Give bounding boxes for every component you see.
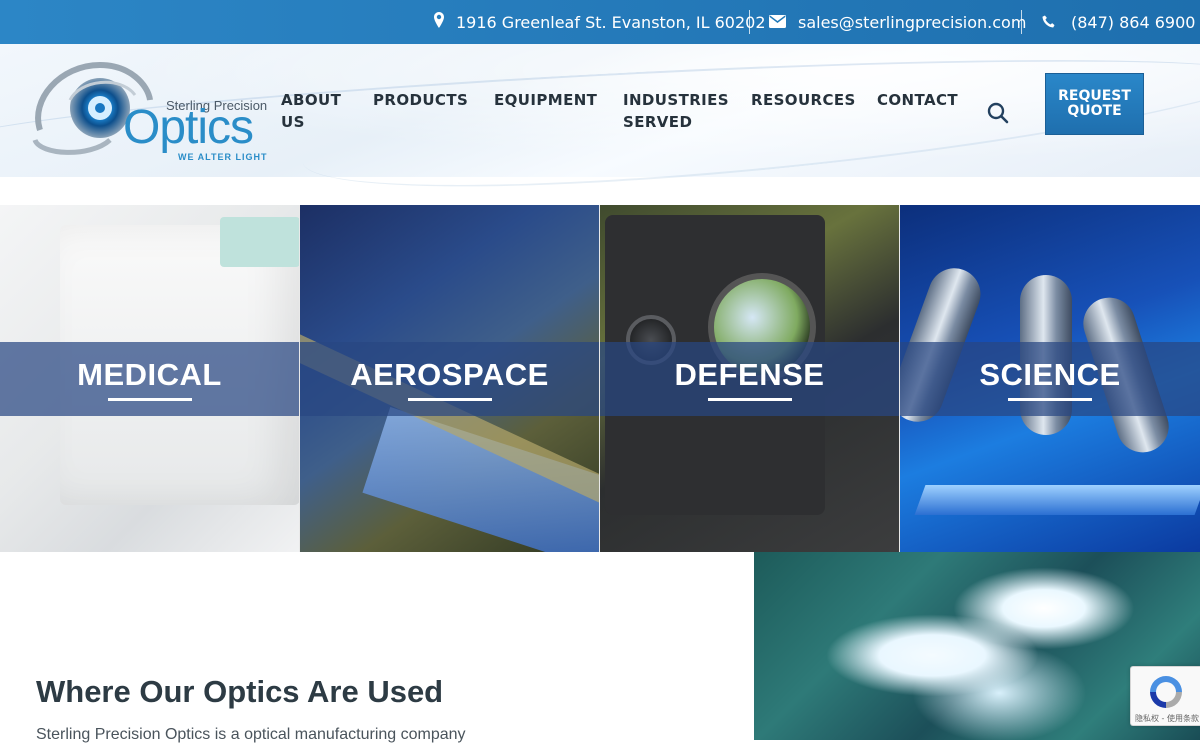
- tile-underline: [107, 398, 192, 401]
- divider: [749, 10, 750, 34]
- nav-resources[interactable]: RESOURCES: [751, 89, 856, 111]
- site-header: Sterling Precision Optics WE ALTER LIGHT…: [0, 44, 1200, 177]
- nav-contact[interactable]: CONTACT: [877, 89, 958, 111]
- tile-band: AEROSPACE: [300, 342, 599, 416]
- about-section: Where Our Optics Are Used Sterling Preci…: [0, 552, 754, 743]
- tile-underline: [707, 398, 792, 401]
- address-item: 1916 Greenleaf St. Evanston, IL 60202: [434, 0, 766, 44]
- phone-icon: [1042, 13, 1055, 32]
- nav-industries-served[interactable]: INDUSTRIES SERVED: [623, 89, 729, 133]
- tile-underline: [1008, 398, 1092, 401]
- tile-label: SCIENCE: [979, 357, 1121, 392]
- recaptcha-icon: [1150, 676, 1182, 708]
- email-text[interactable]: sales@sterlingprecision.com: [798, 13, 1026, 32]
- nav-equipment[interactable]: EQUIPMENT: [494, 89, 597, 111]
- nav-products[interactable]: PRODUCTS: [373, 89, 468, 111]
- search-icon[interactable]: [986, 101, 1010, 125]
- recaptcha-badge[interactable]: 隐私权 - 使用条款: [1130, 666, 1200, 726]
- logo-tagline: WE ALTER LIGHT: [178, 152, 268, 162]
- envelope-icon: [769, 13, 786, 32]
- tile-label: MEDICAL: [77, 357, 222, 392]
- map-pin-icon: [434, 12, 444, 32]
- tile-label: AEROSPACE: [350, 357, 549, 392]
- tile-band: SCIENCE: [900, 342, 1200, 416]
- divider: [1021, 10, 1022, 34]
- logo[interactable]: Sterling Precision Optics WE ALTER LIGHT: [30, 60, 270, 165]
- tile-band: DEFENSE: [600, 342, 899, 416]
- nav-about-us[interactable]: ABOUT US: [281, 89, 351, 133]
- tile-aerospace[interactable]: AEROSPACE: [300, 205, 600, 552]
- tile-medical[interactable]: MEDICAL: [0, 205, 300, 552]
- industry-tiles: MEDICAL AEROSPACE DEFENSE SCIENCE: [0, 205, 1200, 552]
- phone-text[interactable]: (847) 864 6900: [1071, 13, 1195, 32]
- medical-panel-image: [220, 217, 299, 267]
- section-heading: Where Our Optics Are Used: [36, 674, 444, 709]
- tile-label: DEFENSE: [674, 357, 825, 392]
- recaptcha-text: 隐私权 - 使用条款: [1135, 714, 1199, 723]
- tile-band: MEDICAL: [0, 342, 299, 416]
- request-quote-button[interactable]: REQUEST QUOTE: [1045, 73, 1144, 135]
- tile-science[interactable]: SCIENCE: [900, 205, 1200, 552]
- microscope-stage-image: [914, 485, 1200, 515]
- address-text: 1916 Greenleaf St. Evanston, IL 60202: [456, 12, 766, 32]
- tile-defense[interactable]: DEFENSE: [600, 205, 900, 552]
- section-paragraph: Sterling Precision Optics is a optical m…: [36, 726, 466, 743]
- tile-underline: [407, 398, 492, 401]
- logo-big-text: Optics: [123, 101, 254, 154]
